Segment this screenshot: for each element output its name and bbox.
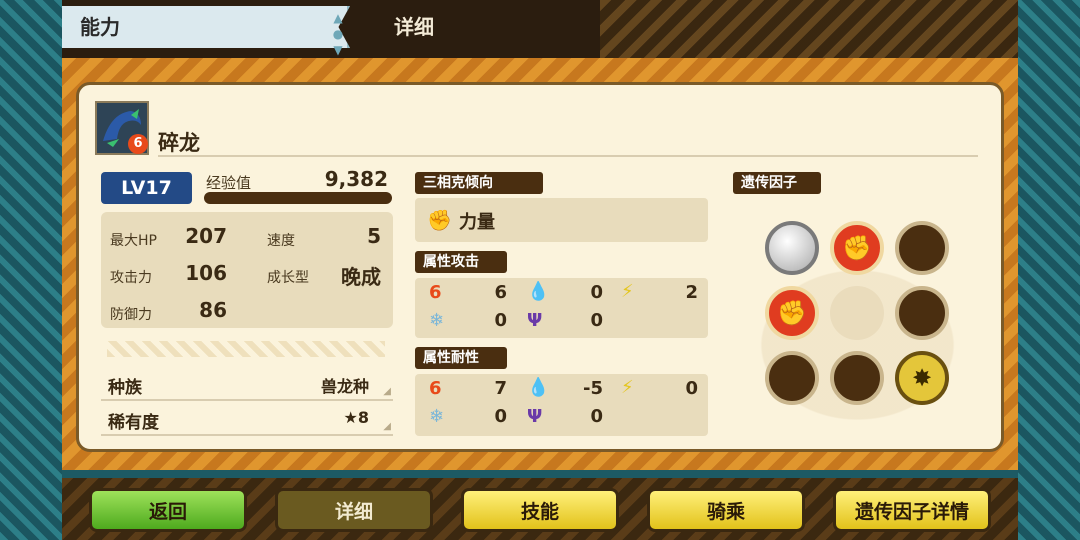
tab-switch-arrows-icon[interactable]: ▲ ● ▼ (330, 10, 346, 57)
attr-resist-thunder: 0 (685, 378, 698, 399)
rarity-value: ★8 (343, 408, 369, 427)
gene-crest-emblem (735, 250, 980, 440)
genes-header: 遗传因子 (733, 172, 821, 194)
gene-detail-button[interactable]: 遗传因子详情 (833, 488, 991, 532)
attr-resist-ice: 0 (494, 406, 507, 427)
decorative-strip (107, 341, 385, 357)
attr-attack-dragon: 0 (590, 310, 603, 331)
ride-button[interactable]: 骑乘 (647, 488, 805, 532)
gene-slot-power[interactable]: ✊ (830, 221, 884, 275)
stats-box: 最大HP 207 速度 5 攻击力 106 成长型 晚成 防御力 86 (101, 212, 393, 328)
right-border-pattern (1018, 0, 1080, 540)
species-row: 种族 兽龙种 ◢ (101, 369, 393, 401)
gene-slot-empty[interactable] (895, 221, 949, 275)
dragon-icon: Ψ (527, 406, 543, 427)
attr-attack-thunder: 2 (685, 282, 698, 303)
gene-slot-empty[interactable] (895, 286, 949, 340)
speed-label: 速度 (267, 233, 295, 249)
tendency-value: 力量 (459, 212, 495, 233)
tab-ability[interactable]: 能力 (62, 6, 350, 48)
rarity-label: 稀有度 (108, 413, 159, 433)
attr-resist-header: 属性耐性 (415, 347, 507, 369)
exp-progress-fill (204, 192, 392, 204)
gene-slot-empty[interactable] (765, 351, 819, 405)
fire-icon: 6 (429, 282, 442, 303)
detail-button[interactable]: 详细 (275, 488, 433, 532)
exp-value: 9,382 (324, 167, 388, 191)
ice-icon: ❄ (429, 310, 445, 331)
monster-name: 碎龙 (158, 131, 200, 155)
rarity-row: 稀有度 ★8 ◢ (101, 404, 393, 436)
gene-slot-special[interactable]: ✸ (895, 351, 949, 405)
attr-attack-fire: 6 (494, 282, 507, 303)
water-drop-icon: 💧 (527, 377, 550, 398)
max-hp-value: 207 (185, 224, 227, 248)
exp-label: 经验值 (206, 174, 252, 192)
exp-progress-bar (204, 192, 392, 204)
attack-value: 106 (185, 261, 227, 285)
gene-slot-blank (830, 286, 884, 340)
back-button[interactable]: 返回 (89, 488, 247, 532)
growth-label: 成长型 (267, 270, 309, 286)
thunder-icon: ⚡ (621, 281, 634, 302)
level-badge: LV17 (101, 172, 192, 204)
attr-resist-water: -5 (583, 378, 603, 399)
attr-resist-fire: 7 (494, 378, 507, 399)
fire-icon: 6 (429, 378, 442, 399)
tendency-header: 三相克倾向 (415, 172, 543, 194)
corner-triangle-icon: ◢ (383, 421, 391, 432)
species-value: 兽龙种 (320, 377, 369, 396)
attr-resist-dragon: 0 (590, 406, 603, 427)
water-drop-icon: 💧 (527, 281, 550, 302)
attr-resist-box: 6 7 💧 -5 ⚡ 0 ❄ 0 Ψ 0 (415, 374, 708, 436)
skills-button[interactable]: 技能 (461, 488, 619, 532)
growth-value: 晚成 (341, 265, 381, 289)
tendency-box: ✊ 力量 (415, 198, 708, 242)
dragon-icon: Ψ (527, 310, 543, 331)
defense-value: 86 (199, 298, 227, 322)
speed-value: 5 (367, 224, 381, 248)
fire-element-badge-icon: 6 (128, 134, 148, 154)
name-divider (158, 155, 978, 157)
attr-attack-water: 0 (590, 282, 603, 303)
attr-attack-ice: 0 (494, 310, 507, 331)
thunder-icon: ⚡ (621, 377, 634, 398)
attr-attack-header: 属性攻击 (415, 251, 507, 273)
gene-slot-silver[interactable] (765, 221, 819, 275)
gene-slot-empty[interactable] (830, 351, 884, 405)
gene-slot-power[interactable]: ✊ (765, 286, 819, 340)
species-label: 种族 (108, 378, 142, 398)
corner-triangle-icon: ◢ (383, 386, 391, 397)
ice-icon: ❄ (429, 406, 445, 427)
attr-attack-box: 6 6 💧 0 ⚡ 2 ❄ 0 Ψ 0 (415, 278, 708, 338)
power-fist-icon: ✊ (427, 208, 452, 232)
tab-detail-title: 详细 (394, 15, 434, 39)
top-pattern (600, 0, 1018, 58)
left-border-pattern (0, 0, 62, 540)
max-hp-label: 最大HP (110, 233, 157, 249)
defense-label: 防御力 (110, 307, 152, 323)
attack-label: 攻击力 (110, 270, 152, 286)
